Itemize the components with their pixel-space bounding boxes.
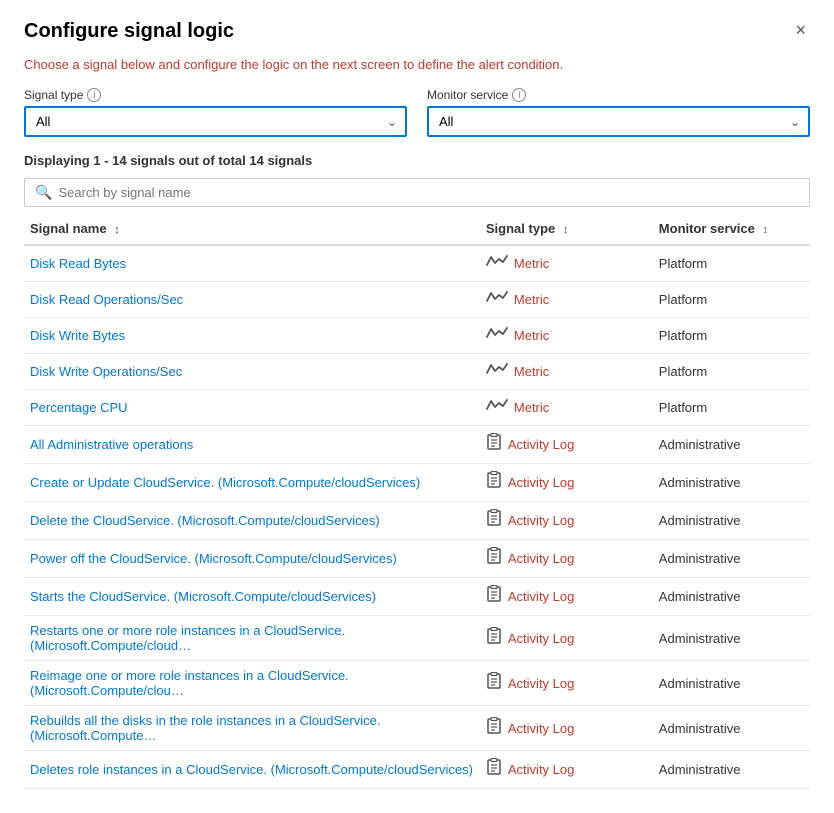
signal-type-select[interactable]: All <box>24 106 407 137</box>
table-row: Disk Read Operations/Sec Metric Platform <box>24 282 810 318</box>
signal-name-link[interactable]: Starts the CloudService. (Microsoft.Comp… <box>30 589 376 604</box>
activity-log-label: Activity Log <box>508 513 574 528</box>
activity-log-icon <box>486 758 502 781</box>
signal-name-sort-icon[interactable]: ↕ <box>114 224 120 236</box>
table-row: Restarts one or more role instances in a… <box>24 616 810 661</box>
monitor-service-cell: Administrative <box>653 426 810 464</box>
col-header-signal-type: Signal type ↕ <box>480 213 653 245</box>
table-row: Delete the CloudService. (Microsoft.Comp… <box>24 502 810 540</box>
search-input[interactable] <box>58 185 799 200</box>
signal-name-link[interactable]: All Administrative operations <box>30 437 193 452</box>
metric-icon <box>486 361 508 382</box>
activity-log-icon <box>486 433 502 456</box>
table-row: Disk Write Bytes Metric Platform <box>24 318 810 354</box>
table-row: Disk Read Bytes Metric Platform <box>24 245 810 282</box>
panel-title: Configure signal logic <box>24 20 234 43</box>
activity-log-label: Activity Log <box>508 721 574 736</box>
activity-log-label: Activity Log <box>508 589 574 604</box>
close-button[interactable]: × <box>791 20 810 41</box>
metric-label: Metric <box>514 256 549 271</box>
table-row: Deletes role instances in a CloudService… <box>24 751 810 789</box>
signal-name-link[interactable]: Disk Write Bytes <box>30 328 125 343</box>
activity-log-label: Activity Log <box>508 475 574 490</box>
monitor-service-cell: Platform <box>653 282 810 318</box>
signal-name-link[interactable]: Disk Write Operations/Sec <box>30 364 182 379</box>
activity-log-icon <box>486 627 502 650</box>
monitor-service-cell: Platform <box>653 318 810 354</box>
activity-log-icon <box>486 585 502 608</box>
monitor-service-cell: Platform <box>653 245 810 282</box>
activity-log-label: Activity Log <box>508 551 574 566</box>
table-row: Starts the CloudService. (Microsoft.Comp… <box>24 578 810 616</box>
signal-name-link[interactable]: Reimage one or more role instances in a … <box>30 668 349 698</box>
signal-type-sort-icon[interactable]: ↕ <box>563 224 569 236</box>
signal-name-link[interactable]: Disk Read Operations/Sec <box>30 292 183 307</box>
metric-icon <box>486 289 508 310</box>
panel-header: Configure signal logic × <box>24 20 810 43</box>
monitor-service-label: Monitor service i <box>427 88 810 102</box>
search-box: 🔍 <box>24 178 810 207</box>
table-row: Reimage one or more role instances in a … <box>24 661 810 706</box>
activity-log-label: Activity Log <box>508 437 574 452</box>
count-text: Displaying 1 - 14 signals out of total 1… <box>24 153 810 168</box>
signal-type-select-wrapper: All ⌄ <box>24 106 407 137</box>
signal-name-link[interactable]: Rebuilds all the disks in the role insta… <box>30 713 380 743</box>
monitor-service-select-wrapper: All ⌄ <box>427 106 810 137</box>
table-row: All Administrative operations Activity Lo… <box>24 426 810 464</box>
monitor-service-filter-group: Monitor service i All ⌄ <box>427 88 810 137</box>
monitor-service-select[interactable]: All <box>427 106 810 137</box>
monitor-service-cell: Platform <box>653 354 810 390</box>
monitor-service-cell: Platform <box>653 390 810 426</box>
metric-icon <box>486 397 508 418</box>
signal-name-link[interactable]: Power off the CloudService. (Microsoft.C… <box>30 551 397 566</box>
signals-table: Signal name ↕ Signal type ↕ Monitor serv… <box>24 213 810 789</box>
metric-icon <box>486 253 508 274</box>
monitor-service-cell: Administrative <box>653 751 810 789</box>
metric-icon <box>486 325 508 346</box>
signal-name-link[interactable]: Create or Update CloudService. (Microsof… <box>30 475 420 490</box>
activity-log-label: Activity Log <box>508 631 574 646</box>
signal-name-link[interactable]: Delete the CloudService. (Microsoft.Comp… <box>30 513 380 528</box>
activity-log-icon <box>486 509 502 532</box>
filters-row: Signal type i All ⌄ Monitor service i Al… <box>24 88 810 137</box>
metric-label: Metric <box>514 400 549 415</box>
metric-label: Metric <box>514 292 549 307</box>
signal-name-link[interactable]: Restarts one or more role instances in a… <box>30 623 345 653</box>
monitor-service-cell: Administrative <box>653 502 810 540</box>
activity-log-label: Activity Log <box>508 762 574 777</box>
metric-label: Metric <box>514 364 549 379</box>
monitor-service-cell: Administrative <box>653 578 810 616</box>
table-row: Create or Update CloudService. (Microsof… <box>24 464 810 502</box>
monitor-service-cell: Administrative <box>653 616 810 661</box>
monitor-service-cell: Administrative <box>653 464 810 502</box>
signal-type-filter-group: Signal type i All ⌄ <box>24 88 407 137</box>
table-row: Percentage CPU Metric Platform <box>24 390 810 426</box>
table-row: Power off the CloudService. (Microsoft.C… <box>24 540 810 578</box>
activity-log-icon <box>486 547 502 570</box>
subtitle-text: Choose a signal below and configure the … <box>24 57 810 72</box>
monitor-service-sort-icon[interactable]: ↕ <box>763 224 769 236</box>
monitor-service-cell: Administrative <box>653 540 810 578</box>
search-icon: 🔍 <box>35 184 52 201</box>
signal-name-link[interactable]: Deletes role instances in a CloudService… <box>30 762 473 777</box>
col-header-monitor-service: Monitor service ↕ <box>653 213 810 245</box>
table-body: Disk Read BytesMetricPlatformDisk Read O… <box>24 245 810 789</box>
signal-name-link[interactable]: Percentage CPU <box>30 400 128 415</box>
col-header-signal-name: Signal name ↕ <box>24 213 480 245</box>
activity-log-icon <box>486 471 502 494</box>
activity-log-label: Activity Log <box>508 676 574 691</box>
signal-name-link[interactable]: Disk Read Bytes <box>30 256 126 271</box>
metric-label: Metric <box>514 328 549 343</box>
table-row: Disk Write Operations/Sec Metric Platform <box>24 354 810 390</box>
table-header-row: Signal name ↕ Signal type ↕ Monitor serv… <box>24 213 810 245</box>
monitor-service-info-icon[interactable]: i <box>512 88 526 102</box>
table-row: Rebuilds all the disks in the role insta… <box>24 706 810 751</box>
monitor-service-cell: Administrative <box>653 661 810 706</box>
activity-log-icon <box>486 717 502 740</box>
signal-type-label: Signal type i <box>24 88 407 102</box>
signal-type-info-icon[interactable]: i <box>87 88 101 102</box>
activity-log-icon <box>486 672 502 695</box>
monitor-service-cell: Administrative <box>653 706 810 751</box>
configure-signal-panel: Configure signal logic × Choose a signal… <box>0 0 834 813</box>
